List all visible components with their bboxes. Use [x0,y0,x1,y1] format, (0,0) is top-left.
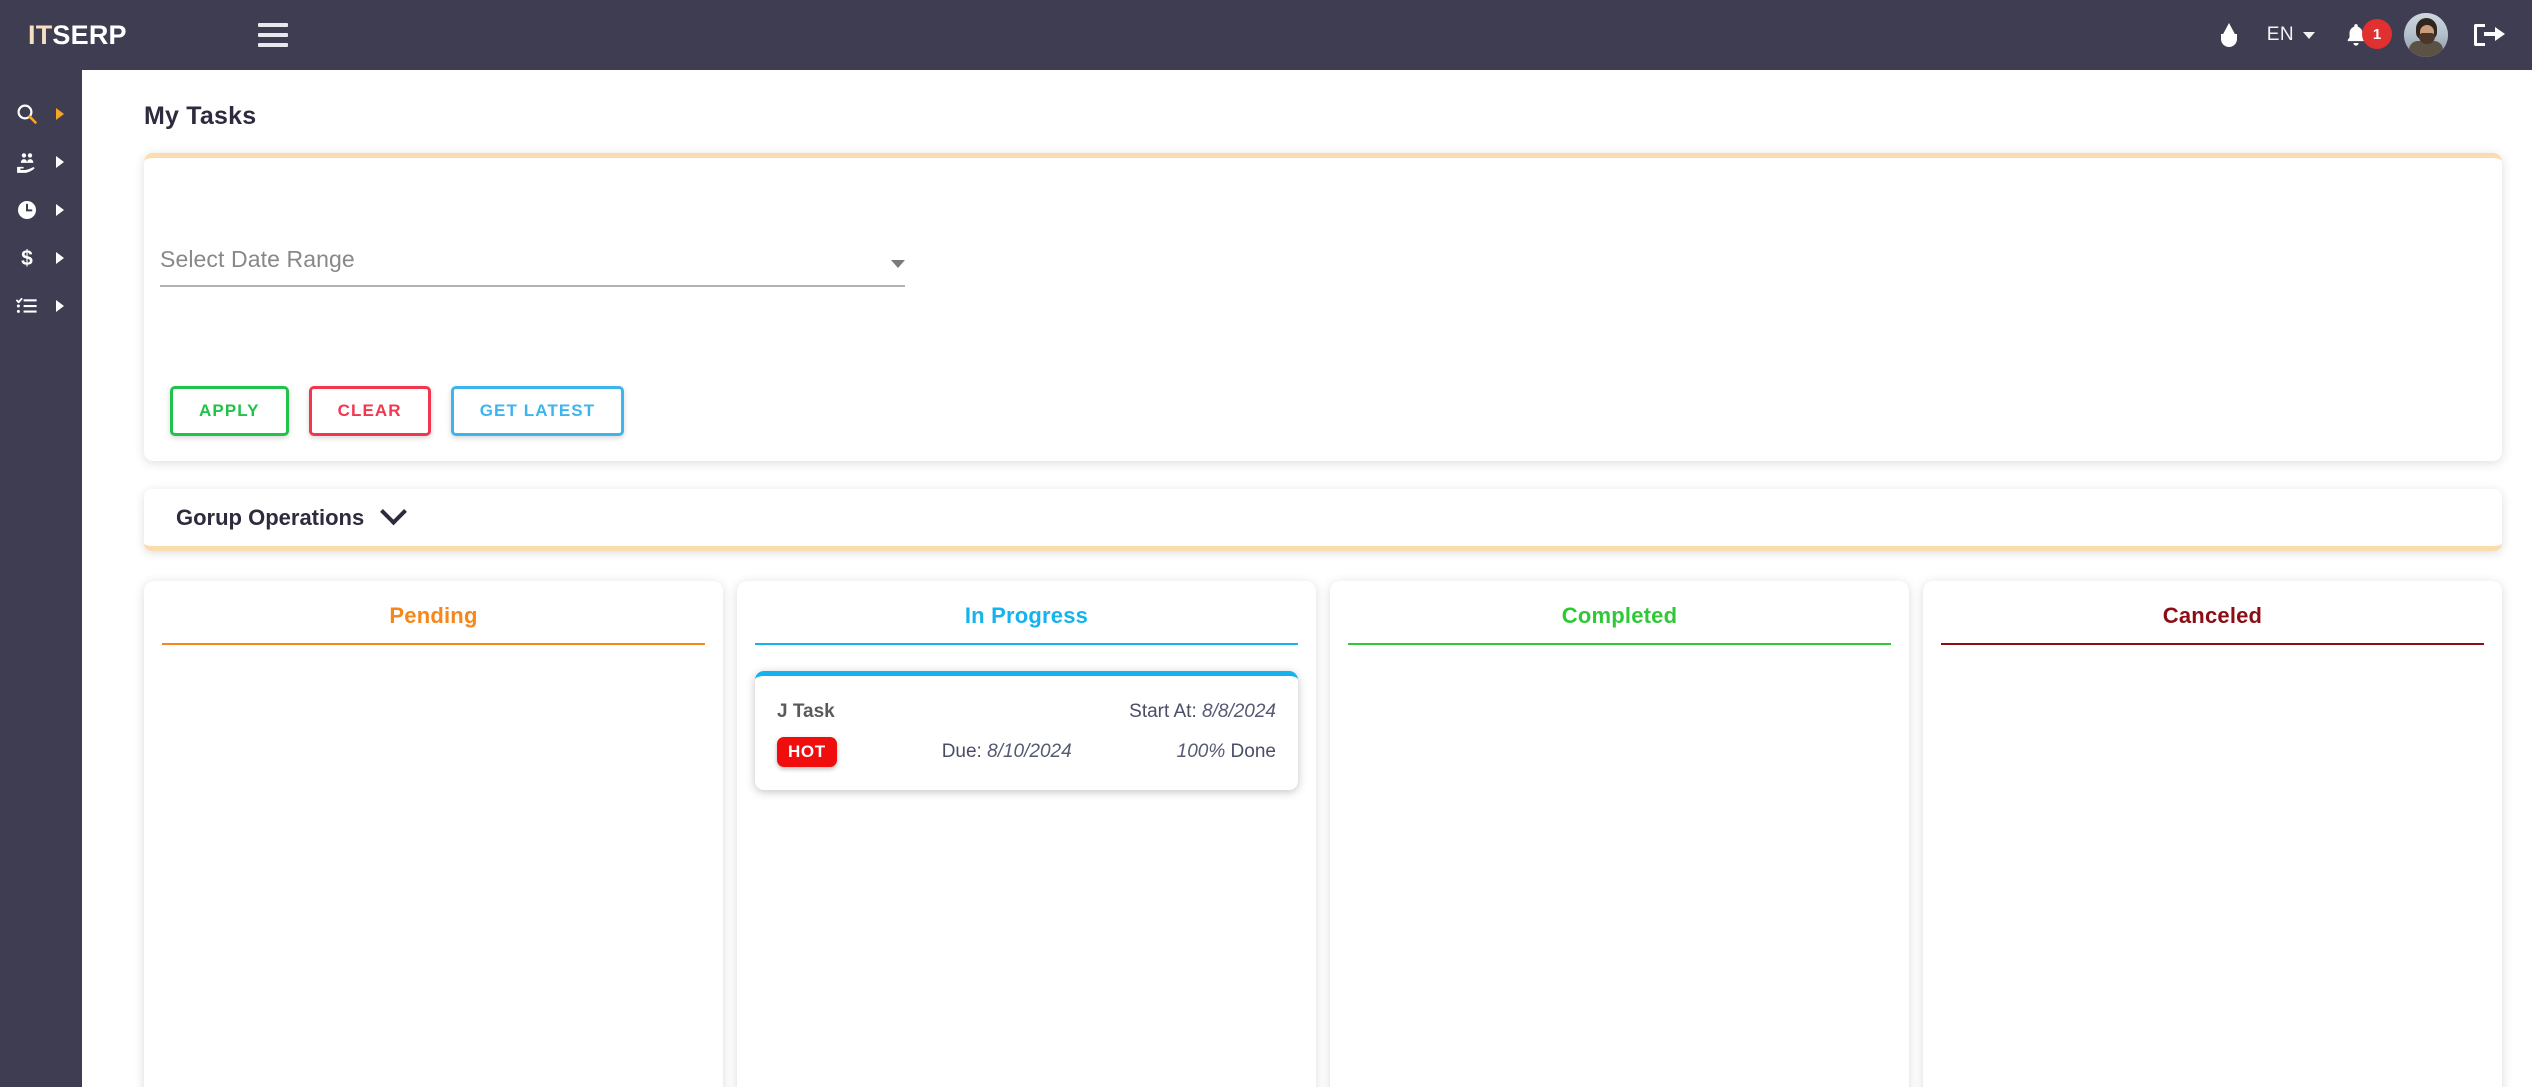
main-content: My Tasks Select Date Range APPLY CLEAR G… [82,70,2532,1087]
kanban-column-title: Completed [1561,603,1678,628]
date-range-field[interactable]: Select Date Range [160,246,905,287]
kanban-column-in_progress[interactable]: In Progress J Task Start At: 8/8/2024 HOT Du… [737,581,1316,1087]
kanban-column-title: Canceled [2162,603,2263,628]
sidebar-item-finance[interactable]: $ [0,234,82,282]
hamburger-bar [258,33,288,37]
kanban-board: Pending In Progress J Task Start At: 8/8/20… [144,581,2502,1087]
task-start-date: Start At: 8/8/2024 [1129,701,1276,722]
clock-icon [14,197,40,223]
filter-button-row: APPLY CLEAR GET LATEST [170,386,625,436]
logout-arrow [2484,27,2505,41]
notification-badge: 1 [2362,19,2392,49]
kanban-column-completed[interactable]: Completed [1330,581,1909,1087]
logo-suffix: SERP [52,19,127,50]
date-range-select[interactable]: Select Date Range [160,246,905,287]
sidebar-item-time[interactable] [0,186,82,234]
top-header-bar: ITSERP EN 1 [0,0,2532,70]
chevron-right-icon [56,252,64,264]
date-range-placeholder: Select Date Range [160,246,355,272]
language-selector[interactable]: EN [2253,0,2329,70]
clear-button[interactable]: CLEAR [308,386,431,436]
sidebar-item-search[interactable] [0,90,82,138]
task-name: J Task [777,701,835,722]
sidebar-item-tasks[interactable] [0,282,82,330]
task-priority-badge: HOT [777,737,837,767]
chevron-down-icon[interactable] [380,498,408,526]
chevron-right-icon [56,300,64,312]
hand-people-icon [14,149,40,175]
chevron-right-icon [56,204,64,216]
logout-icon [2474,23,2505,47]
kanban-column-body [1348,645,1891,671]
avatar[interactable] [2404,13,2448,57]
sidebar-nav: $ [0,70,82,1087]
water-drop-icon [2219,22,2239,48]
language-label: EN [2266,24,2294,45]
logout-button[interactable] [2460,0,2514,70]
task-due-date: Due: 8/10/2024 [941,741,1072,762]
task-progress: 100% Done [1176,741,1276,762]
svg-text:$: $ [21,247,33,270]
chevron-right-icon [56,108,64,120]
notifications-button[interactable]: 1 [2329,0,2398,70]
kanban-column-title: Pending [389,603,478,628]
get-latest-button[interactable]: GET LATEST [450,386,625,436]
chevron-right-icon [56,156,64,168]
task-card[interactable]: J Task Start At: 8/8/2024 HOT Due: 8/10/202… [755,671,1298,790]
kanban-column-body [162,645,705,671]
chevron-down-icon [891,260,905,268]
group-operations-toggle[interactable]: Gorup Operations [144,489,2502,551]
theme-toggle-button[interactable] [2205,0,2253,70]
kanban-column-canceled[interactable]: Canceled [1923,581,2502,1087]
sidebar-item-hr[interactable] [0,138,82,186]
kanban-column-body [1941,645,2484,671]
hamburger-icon[interactable] [250,14,296,56]
search-icon [14,101,40,127]
filter-card: Select Date Range APPLY CLEAR GET LATEST [144,153,2502,461]
kanban-column-pending[interactable]: Pending [144,581,723,1087]
kanban-column-title: In Progress [964,603,1089,628]
task-card-row: J Task Start At: 8/8/2024 [777,692,1276,732]
page-title: My Tasks [144,102,257,130]
checklist-icon [14,293,40,319]
logo-prefix: IT [28,19,53,50]
kanban-column-body: J Task Start At: 8/8/2024 HOT Due: 8/10/202… [755,645,1298,790]
group-operations-label: Gorup Operations [176,504,365,530]
task-card-row: HOT Due: 8/10/2024 100% Done [777,732,1276,772]
app-logo[interactable]: ITSERP [0,20,250,51]
chevron-down-icon [2303,31,2315,39]
hamburger-bar [258,43,288,47]
dollar-icon: $ [14,245,40,271]
hamburger-bar [258,23,288,27]
header-actions: EN 1 [2205,0,2532,70]
apply-button[interactable]: APPLY [170,386,289,436]
